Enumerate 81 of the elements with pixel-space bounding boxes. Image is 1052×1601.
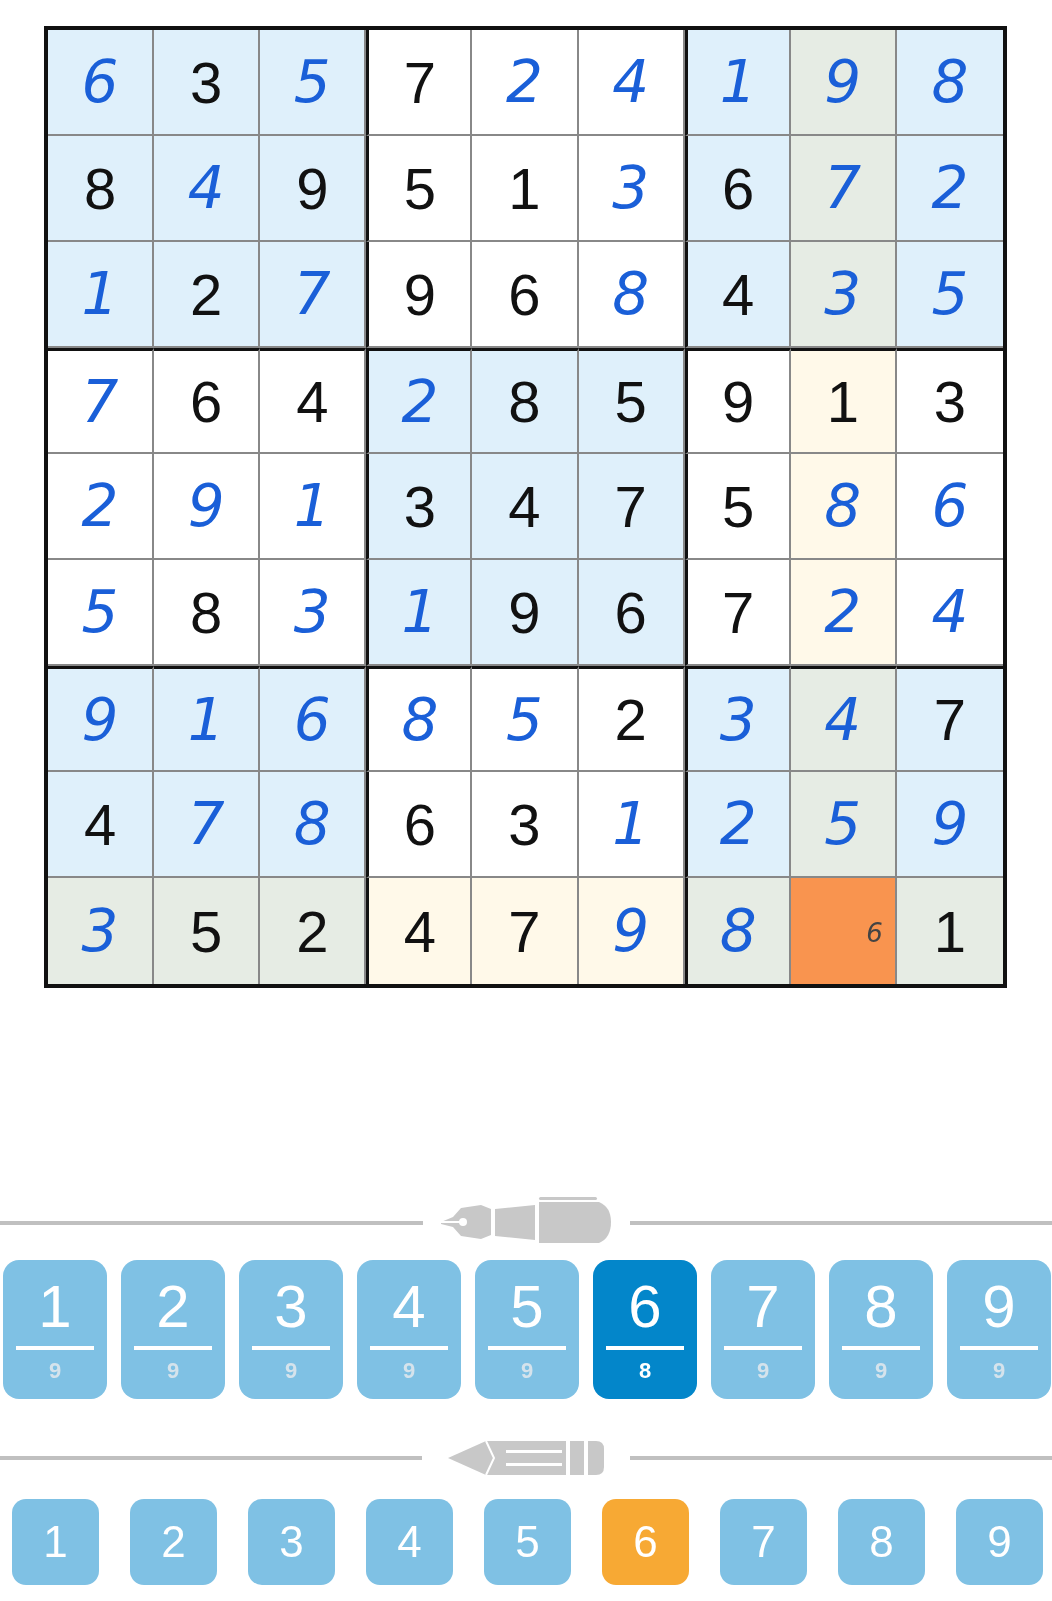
grid-cell[interactable]: 7	[896, 666, 1003, 772]
grid-cell[interactable]: 4	[48, 772, 155, 878]
grid-cell[interactable]: 9	[48, 666, 155, 772]
grid-cell[interactable]: 7	[154, 772, 261, 878]
grid-cell[interactable]: 5	[154, 878, 261, 984]
grid-cell[interactable]: 6	[260, 666, 367, 772]
grid-cell[interactable]: 1	[260, 454, 367, 560]
grid-cell[interactable]: 6	[154, 348, 261, 454]
grid-cell[interactable]: 3	[684, 666, 791, 772]
grid-cell[interactable]: 2	[578, 666, 685, 772]
grid-cell[interactable]: 5	[790, 772, 897, 878]
grid-cell[interactable]: 4	[366, 878, 473, 984]
pencil-note: 6	[866, 918, 883, 948]
grid-cell[interactable]: 5	[684, 454, 791, 560]
grid-cell[interactable]: 9	[472, 560, 579, 666]
grid-cell[interactable]: 3	[472, 772, 579, 878]
grid-cell[interactable]: 7	[472, 878, 579, 984]
grid-cell[interactable]: 3	[578, 136, 685, 242]
grid-cell[interactable]: 1	[48, 242, 155, 348]
grid-cell[interactable]: 9	[896, 772, 1003, 878]
grid-cell[interactable]: 4	[260, 348, 367, 454]
grid-cell[interactable]: 4	[472, 454, 579, 560]
grid-cell[interactable]: 6	[472, 242, 579, 348]
grid-cell[interactable]: 9	[684, 348, 791, 454]
grid-cell[interactable]: 1	[154, 666, 261, 772]
grid-cell[interactable]: 9	[366, 242, 473, 348]
grid-cell[interactable]: 6	[366, 772, 473, 878]
grid-cell[interactable]: 5	[472, 666, 579, 772]
grid-cell[interactable]: 3	[366, 454, 473, 560]
grid-cell[interactable]: 7	[260, 242, 367, 348]
grid-cell[interactable]: 7	[684, 560, 791, 666]
grid-cell[interactable]: 2	[684, 772, 791, 878]
grid-cell[interactable]: 3	[260, 560, 367, 666]
grid-cell[interactable]: 4	[684, 242, 791, 348]
grid-cell[interactable]: 8	[896, 30, 1003, 136]
digit-key[interactable]: 6 8	[593, 1260, 697, 1399]
grid-cell[interactable]: 2	[790, 560, 897, 666]
grid-cell[interactable]: 7	[48, 348, 155, 454]
grid-cell[interactable]: 8	[260, 772, 367, 878]
grid-cell[interactable]: 9	[260, 136, 367, 242]
grid-cell[interactable]: 9	[154, 454, 261, 560]
grid-cell[interactable]: 6	[48, 30, 155, 136]
grid-cell[interactable]: 2	[154, 242, 261, 348]
grid-cell[interactable]: 8	[790, 454, 897, 560]
grid-cell[interactable]: 5	[366, 136, 473, 242]
grid-cell[interactable]: 4	[578, 30, 685, 136]
grid-cell[interactable]: 1	[790, 348, 897, 454]
grid-cell[interactable]: 9	[790, 30, 897, 136]
grid-cell[interactable]: 3	[790, 242, 897, 348]
grid-cell[interactable]: 8	[48, 136, 155, 242]
grid-cell[interactable]: 2	[472, 30, 579, 136]
grid-cell[interactable]: 3	[154, 30, 261, 136]
grid-cell[interactable]: 2	[48, 454, 155, 560]
grid-cell[interactable]: 7	[578, 454, 685, 560]
grid-cell[interactable]: 1	[472, 136, 579, 242]
grid-cell[interactable]: 4	[154, 136, 261, 242]
grid-cell[interactable]: 9	[578, 878, 685, 984]
grid-cell[interactable]: 6	[684, 136, 791, 242]
grid-cell[interactable]: 6	[578, 560, 685, 666]
grid-cell[interactable]: 7	[790, 136, 897, 242]
grid-cell[interactable]: 2	[896, 136, 1003, 242]
grid-cell[interactable]: 5	[48, 560, 155, 666]
grid-cell[interactable]: 8	[366, 666, 473, 772]
grid-cell[interactable]: 1	[684, 30, 791, 136]
grid-cell[interactable]: 5	[578, 348, 685, 454]
grid-cell[interactable]: 6	[790, 878, 897, 984]
grid-cell[interactable]: 5	[260, 30, 367, 136]
grid-cell[interactable]: 7	[366, 30, 473, 136]
grid-cell[interactable]: 3	[48, 878, 155, 984]
grid-cell[interactable]: 8	[578, 242, 685, 348]
grid-cell[interactable]: 3	[896, 348, 1003, 454]
grid-cell[interactable]: 4	[790, 666, 897, 772]
grid-cell[interactable]: 1	[578, 772, 685, 878]
grid-cell[interactable]: 2	[260, 878, 367, 984]
grid-cell[interactable]: 8	[472, 348, 579, 454]
grid-cell[interactable]: 1	[896, 878, 1003, 984]
grid-cell[interactable]: 8	[684, 878, 791, 984]
grid-cell[interactable]: 1	[366, 560, 473, 666]
grid-cell[interactable]: 8	[154, 560, 261, 666]
grid-cell[interactable]: 2	[366, 348, 473, 454]
grid-cell[interactable]: 5	[896, 242, 1003, 348]
